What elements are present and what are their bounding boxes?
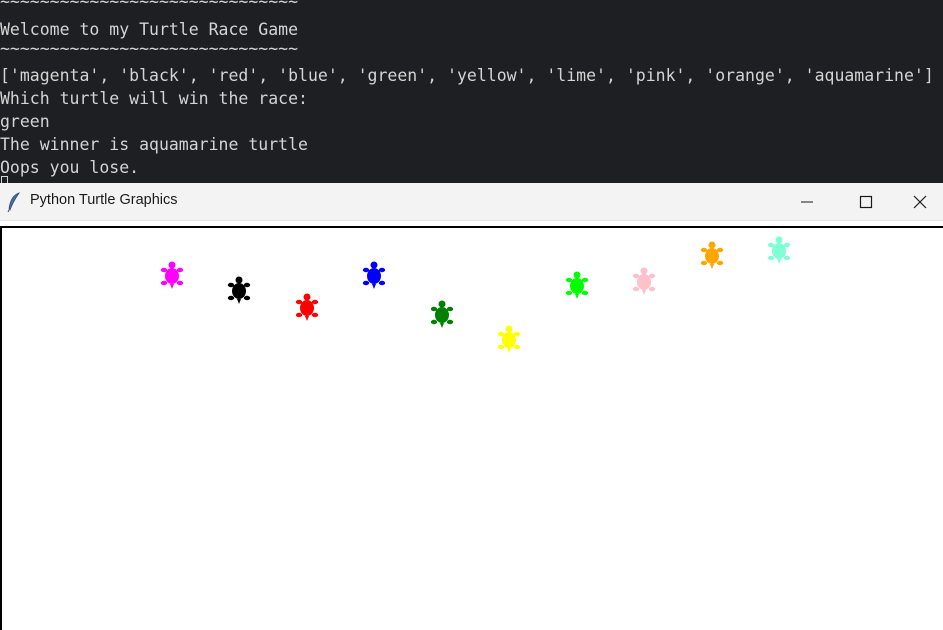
turtle-magenta-icon	[160, 261, 184, 289]
turtle-green-icon	[430, 300, 454, 328]
race-track	[160, 236, 791, 353]
terminal-line: The winner is aquamarine turtle	[0, 135, 308, 154]
turtle-canvas[interactable]	[0, 226, 943, 630]
terminal-line: ['magenta', 'black', 'red', 'blue', 'gre…	[0, 66, 934, 85]
minimize-icon	[801, 201, 813, 203]
turtle-aquamarine-icon	[767, 236, 791, 264]
turtle-black-icon	[227, 276, 251, 304]
maximize-button[interactable]	[837, 183, 895, 221]
turtle-red-icon	[295, 293, 319, 321]
minimize-button[interactable]	[778, 183, 836, 221]
turtle-yellow-icon	[497, 325, 521, 353]
close-icon	[913, 195, 927, 209]
turtle-blue-icon	[362, 261, 386, 289]
turtle-graphics-window: Python Turtle Graphics	[0, 183, 943, 630]
close-button[interactable]	[896, 183, 943, 221]
turtle-lime-icon	[565, 271, 589, 299]
window-title: Python Turtle Graphics	[30, 192, 178, 208]
terminal-line: Oops you lose.	[0, 158, 140, 177]
terminal-line: green	[0, 112, 50, 131]
maximize-icon	[859, 195, 873, 209]
turtle-orange-icon	[700, 241, 724, 269]
terminal-output: ~~~~~~~~~~~~~~~~~~~~~~~~~~~~~~ Welcome t…	[0, 0, 943, 184]
terminal-line: Welcome to my Turtle Race Game	[0, 20, 299, 39]
title-bar[interactable]: Python Turtle Graphics	[0, 183, 943, 221]
turtle-pink-icon	[632, 267, 656, 295]
terminal-line: ~~~~~~~~~~~~~~~~~~~~~~~~~~~~~~	[0, 39, 299, 58]
feather-icon	[7, 192, 21, 213]
terminal-line: ~~~~~~~~~~~~~~~~~~~~~~~~~~~~~~	[0, 0, 299, 11]
terminal-line: Which turtle will win the race:	[0, 89, 308, 108]
